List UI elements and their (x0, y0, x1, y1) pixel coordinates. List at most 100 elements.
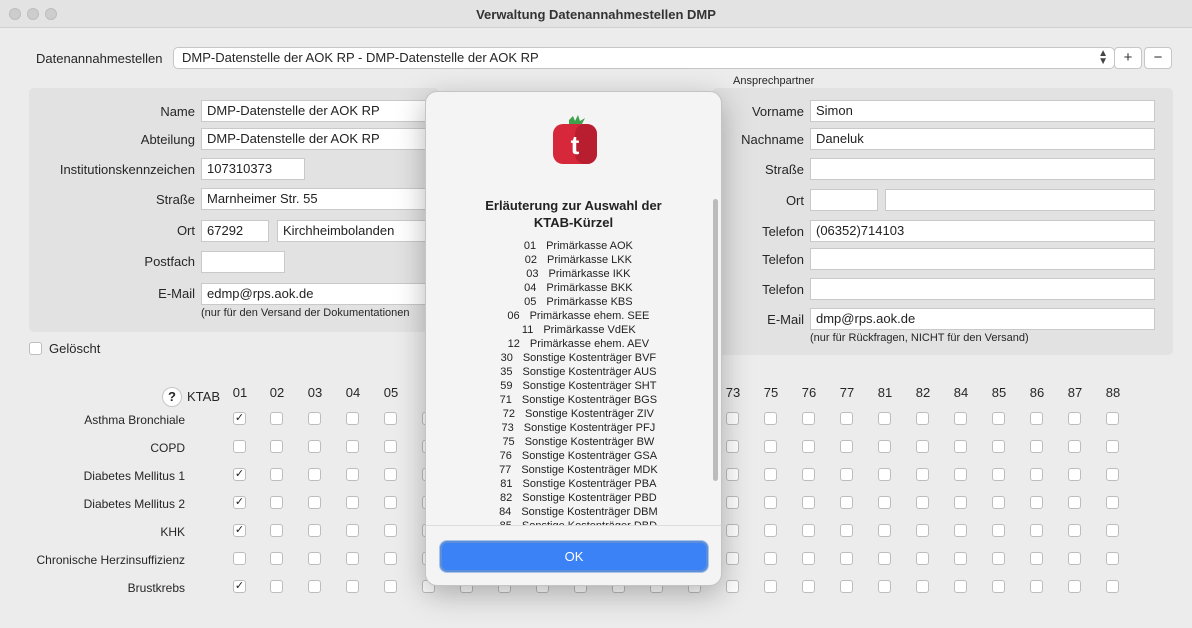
ktab-list[interactable]: 01 Primärkasse AOK 02 Primärkasse LKK 03 Prim… (436, 239, 711, 526)
postfach-field[interactable] (201, 251, 285, 273)
ktab-checkbox[interactable] (1106, 496, 1119, 509)
telefon2-field[interactable] (810, 248, 1155, 270)
ktab-checkbox[interactable] (346, 524, 359, 537)
ktab-checkbox[interactable] (992, 440, 1005, 453)
ktab-checkbox[interactable] (802, 552, 815, 565)
abteilung-field[interactable]: DMP-Datenstelle der AOK RP (201, 128, 439, 150)
ktab-checkbox[interactable] (1068, 524, 1081, 537)
ktab-checkbox[interactable] (1106, 468, 1119, 481)
ik-field[interactable]: 107310373 (201, 158, 305, 180)
ktab-help-button[interactable]: ? (162, 387, 182, 407)
ort-field[interactable]: Kirchheimbolanden (277, 220, 439, 242)
ktab-checkbox[interactable] (726, 412, 739, 425)
ktab-checkbox[interactable] (878, 552, 891, 565)
ktab-checkbox[interactable] (1030, 468, 1043, 481)
ktab-checkbox[interactable] (916, 552, 929, 565)
remove-button[interactable]: − (1144, 47, 1172, 69)
add-button[interactable]: + (1114, 47, 1142, 69)
ktab-checkbox[interactable] (916, 580, 929, 593)
ktab-checkbox[interactable] (878, 440, 891, 453)
ktab-checkbox[interactable] (764, 496, 777, 509)
ap-email-field[interactable]: dmp@rps.aok.de (810, 308, 1155, 330)
ktab-checkbox[interactable] (233, 552, 246, 565)
ktab-checkbox[interactable] (1106, 552, 1119, 565)
ktab-checkbox[interactable] (878, 468, 891, 481)
ktab-checkbox[interactable] (840, 552, 853, 565)
ktab-checkbox[interactable] (346, 468, 359, 481)
ktab-checkbox[interactable] (726, 468, 739, 481)
ktab-checkbox[interactable]: ✓ (233, 524, 246, 537)
ktab-checkbox[interactable] (233, 440, 246, 453)
ktab-checkbox[interactable] (764, 552, 777, 565)
ktab-checkbox[interactable] (878, 580, 891, 593)
ktab-checkbox[interactable] (916, 524, 929, 537)
ktab-checkbox[interactable] (1106, 440, 1119, 453)
ktab-checkbox[interactable] (1068, 552, 1081, 565)
ktab-checkbox[interactable] (270, 412, 283, 425)
ktab-checkbox[interactable] (802, 440, 815, 453)
ktab-checkbox[interactable] (802, 468, 815, 481)
ktab-checkbox[interactable] (916, 468, 929, 481)
ktab-checkbox[interactable] (954, 468, 967, 481)
ktab-checkbox[interactable] (270, 468, 283, 481)
ktab-checkbox[interactable] (992, 580, 1005, 593)
ktab-checkbox[interactable] (726, 580, 739, 593)
datenannahmestelle-select[interactable]: DMP-Datenstelle der AOK RP - DMP-Datenst… (173, 47, 1115, 69)
ktab-checkbox[interactable] (1106, 580, 1119, 593)
telefon1-field[interactable]: (06352)714103 (810, 220, 1155, 242)
ktab-checkbox[interactable] (308, 496, 321, 509)
ktab-checkbox[interactable] (384, 496, 397, 509)
ktab-checkbox[interactable] (308, 580, 321, 593)
ktab-checkbox[interactable] (802, 412, 815, 425)
ktab-checkbox[interactable] (384, 412, 397, 425)
ktab-checkbox[interactable] (1030, 552, 1043, 565)
ktab-checkbox[interactable] (764, 580, 777, 593)
ktab-checkbox[interactable] (384, 580, 397, 593)
ktab-checkbox[interactable] (878, 496, 891, 509)
ktab-checkbox[interactable] (1030, 496, 1043, 509)
ktab-checkbox[interactable] (346, 496, 359, 509)
ap-strasse-field[interactable] (810, 158, 1155, 180)
nachname-field[interactable]: Daneluk (810, 128, 1155, 150)
ktab-checkbox[interactable] (1068, 580, 1081, 593)
ktab-checkbox[interactable] (270, 496, 283, 509)
ktab-checkbox[interactable] (840, 440, 853, 453)
ktab-checkbox[interactable] (270, 552, 283, 565)
ktab-checkbox[interactable] (346, 412, 359, 425)
ktab-checkbox[interactable] (916, 496, 929, 509)
ktab-checkbox[interactable] (992, 496, 1005, 509)
ktab-checkbox[interactable] (346, 552, 359, 565)
telefon3-field[interactable] (810, 278, 1155, 300)
ktab-checkbox[interactable] (1068, 468, 1081, 481)
ktab-checkbox[interactable] (384, 524, 397, 537)
ktab-checkbox[interactable] (840, 496, 853, 509)
ktab-checkbox[interactable] (840, 468, 853, 481)
dialog-scrollbar[interactable] (713, 199, 718, 481)
ktab-checkbox[interactable] (840, 524, 853, 537)
ktab-checkbox[interactable] (1068, 440, 1081, 453)
ktab-checkbox[interactable] (346, 580, 359, 593)
ktab-checkbox[interactable] (726, 524, 739, 537)
ktab-checkbox[interactable] (384, 552, 397, 565)
strasse-field[interactable]: Marnheimer Str. 55 (201, 188, 439, 210)
ktab-checkbox[interactable] (308, 468, 321, 481)
ktab-checkbox[interactable] (878, 412, 891, 425)
email-field[interactable]: edmp@rps.aok.de (201, 283, 439, 305)
ktab-checkbox[interactable] (384, 468, 397, 481)
ktab-checkbox[interactable] (1030, 524, 1043, 537)
ktab-checkbox[interactable]: ✓ (233, 412, 246, 425)
ktab-checkbox[interactable] (954, 412, 967, 425)
ktab-checkbox[interactable] (840, 580, 853, 593)
name-field[interactable]: DMP-Datenstelle der AOK RP (201, 100, 439, 122)
ktab-checkbox[interactable] (270, 440, 283, 453)
ktab-checkbox[interactable] (954, 552, 967, 565)
ktab-checkbox[interactable] (954, 580, 967, 593)
ok-button[interactable]: OK (440, 541, 708, 572)
ktab-checkbox[interactable] (308, 552, 321, 565)
ktab-checkbox[interactable] (1030, 412, 1043, 425)
ktab-checkbox[interactable] (384, 440, 397, 453)
ktab-checkbox[interactable] (1068, 412, 1081, 425)
vorname-field[interactable]: Simon (810, 100, 1155, 122)
ktab-checkbox[interactable]: ✓ (233, 496, 246, 509)
ktab-checkbox[interactable] (1030, 440, 1043, 453)
